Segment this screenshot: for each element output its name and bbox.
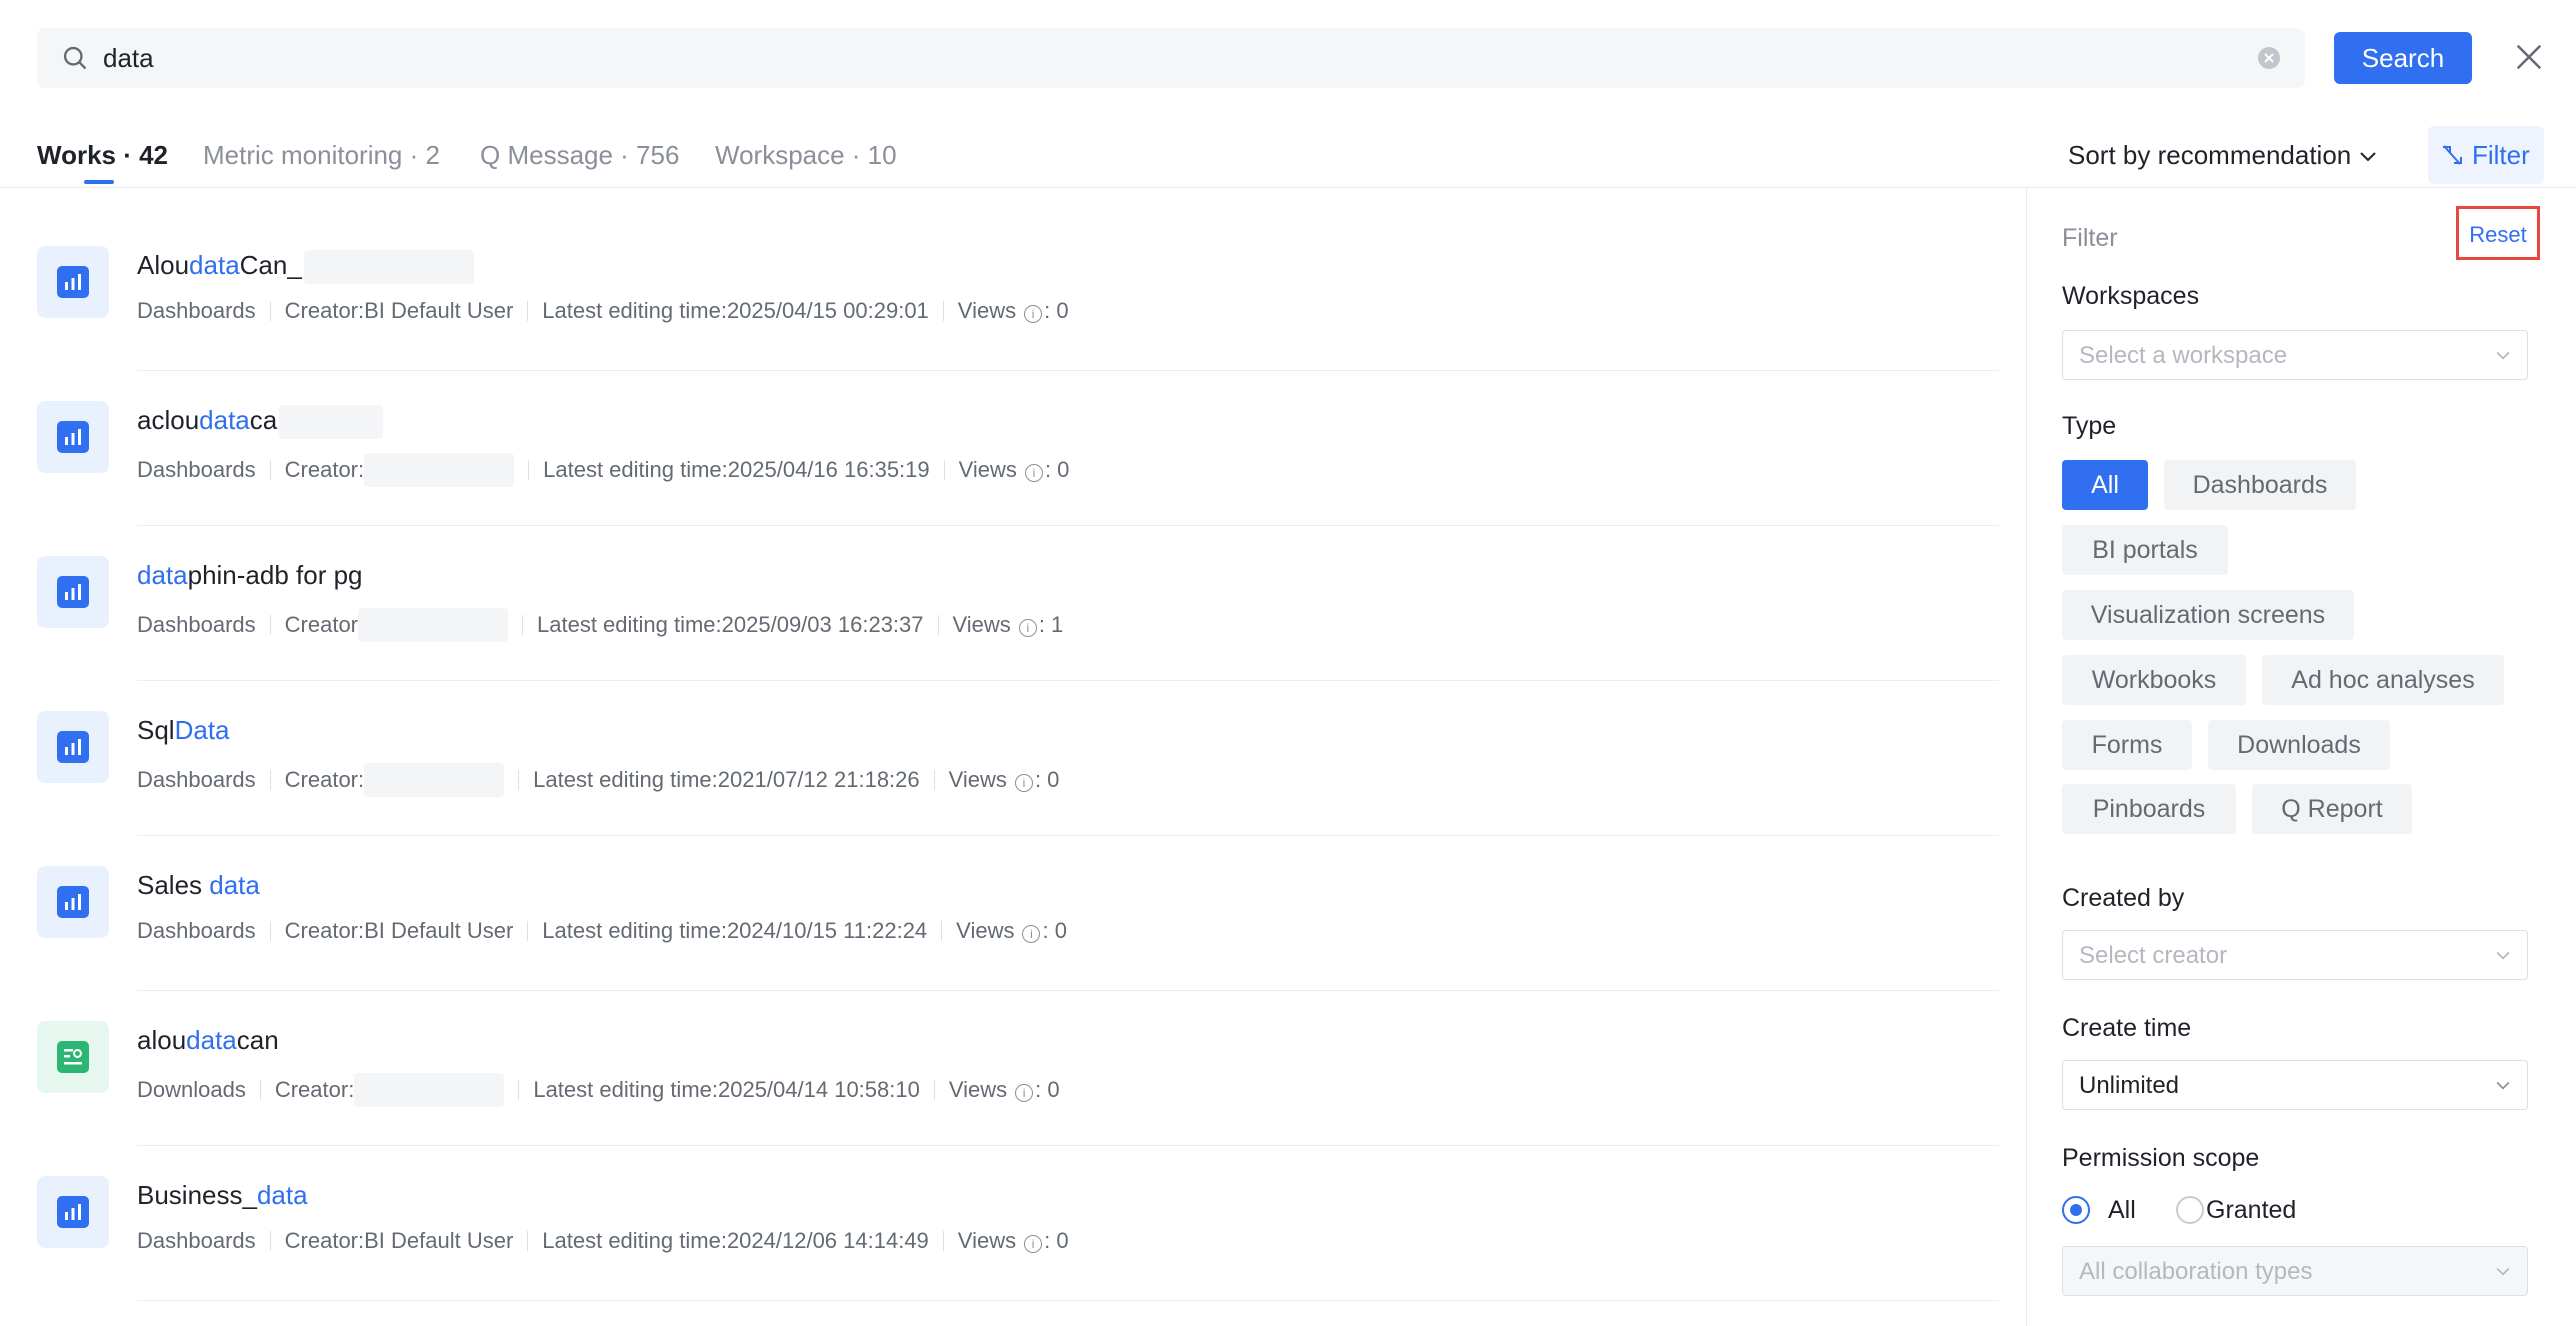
- sort-dropdown[interactable]: Sort by recommendation: [2068, 140, 2351, 171]
- download-icon: [37, 1021, 109, 1093]
- dashboard-icon: [37, 246, 109, 318]
- create-time-label: Create time: [2062, 1014, 2192, 1042]
- item-meta: Dashboards Creator:BI Default User Latest …: [137, 918, 1067, 943]
- chevron-down-icon[interactable]: [2356, 144, 2380, 168]
- workspace-placeholder: Select a workspace: [2079, 342, 2288, 369]
- item-meta: Dashboards Creator Latest editing time:202…: [137, 608, 1063, 642]
- dashboard-icon: [37, 556, 109, 628]
- search-input[interactable]: data: [103, 42, 154, 74]
- creator-placeholder: Select creator: [2079, 942, 2228, 969]
- permission-scope-label: Permission scope: [2062, 1144, 2260, 1172]
- reset-button[interactable]: Reset: [2459, 222, 2537, 248]
- item-meta: Dashboards Creator:BI Default User Latest …: [137, 298, 1069, 323]
- workspace-select[interactable]: Select a workspace: [2062, 330, 2528, 380]
- close-icon[interactable]: [2514, 42, 2544, 72]
- permission-radio-all[interactable]: [2062, 1196, 2090, 1224]
- dashboard-icon: [37, 866, 109, 938]
- list-item[interactable]: AloudataCan_ Dashboards Creator:BI Defaul…: [37, 188, 1999, 371]
- list-item[interactable]: Business_data Dashboards Creator:BI Defau…: [37, 1118, 1999, 1301]
- clear-icon[interactable]: [2257, 46, 2281, 70]
- item-title[interactable]: SqlData: [137, 715, 230, 746]
- dashboard-icon: [37, 711, 109, 783]
- permission-radio-granted[interactable]: [2176, 1196, 2204, 1224]
- info-icon: i: [1022, 925, 1041, 943]
- type-label: Type: [2062, 412, 2117, 440]
- filter-button[interactable]: Filter: [2428, 126, 2544, 184]
- item-title[interactable]: aloudatacan: [137, 1025, 279, 1056]
- list-item[interactable]: SqlData Dashboards Creator: Latest editing…: [37, 653, 1999, 836]
- info-icon: i: [1024, 1235, 1043, 1253]
- item-title[interactable]: AloudataCan_: [137, 250, 474, 284]
- item-meta: Dashboards Creator: Latest editing time:20…: [137, 453, 1069, 487]
- collaboration-type-select[interactable]: All collaboration types: [2062, 1246, 2528, 1296]
- panel-divider: [2026, 188, 2027, 1326]
- type-chip-ad-hoc-analyses[interactable]: Ad hoc analyses: [2262, 655, 2504, 705]
- create-time-value: Unlimited: [2079, 1072, 2180, 1099]
- permission-option-granted[interactable]: Granted: [2206, 1196, 2296, 1225]
- type-chip-workbooks[interactable]: Workbooks: [2062, 655, 2246, 705]
- collaboration-placeholder: All collaboration types: [2079, 1258, 2313, 1285]
- active-tab-indicator: [84, 180, 114, 184]
- tab-workspace[interactable]: Workspace · 10: [715, 140, 897, 171]
- type-chip-forms[interactable]: Forms: [2062, 720, 2192, 770]
- info-icon: i: [1024, 464, 1043, 482]
- filter-button-label: Filter: [2472, 140, 2530, 170]
- info-icon: i: [1024, 305, 1043, 323]
- created-by-label: Created by: [2062, 884, 2185, 912]
- create-time-select[interactable]: Unlimited: [2062, 1060, 2528, 1110]
- info-icon: i: [1014, 774, 1033, 792]
- search-icon: [63, 46, 87, 70]
- creator-select[interactable]: Select creator: [2062, 930, 2528, 980]
- info-icon: i: [1015, 1084, 1034, 1102]
- list-item[interactable]: acloudataca Dashboards Creator: Latest edi…: [37, 343, 1999, 526]
- tab-works[interactable]: Works · 42: [37, 140, 168, 171]
- filter-panel-title: Filter: [2062, 224, 2118, 252]
- list-item[interactable]: aloudatacan Downloads Creator: Latest edit…: [37, 963, 1999, 1146]
- dashboard-icon: [37, 1176, 109, 1248]
- tab-metric-monitoring[interactable]: Metric monitoring · 2: [203, 140, 440, 171]
- search-button[interactable]: Search: [2334, 32, 2472, 84]
- permission-option-all[interactable]: All: [2108, 1196, 2136, 1225]
- workspaces-label: Workspaces: [2062, 282, 2200, 310]
- chevron-down-icon: [2496, 951, 2510, 960]
- chevron-down-icon: [2496, 1267, 2510, 1276]
- item-title[interactable]: Sales data: [137, 870, 260, 901]
- dashboard-icon: [37, 401, 109, 473]
- type-chip-all[interactable]: All: [2062, 460, 2148, 510]
- type-chip-pinboards[interactable]: Pinboards: [2062, 784, 2236, 834]
- type-chip-downloads[interactable]: Downloads: [2208, 720, 2390, 770]
- row-divider: [137, 1300, 1999, 1301]
- item-title[interactable]: acloudataca: [137, 405, 384, 439]
- item-meta: Dashboards Creator:BI Default User Latest …: [137, 1228, 1069, 1253]
- filter-icon: [2443, 145, 2462, 165]
- type-chip-dashboards[interactable]: Dashboards: [2164, 460, 2356, 510]
- list-item[interactable]: dataphin-adb for pg Dashboards Creator Lat…: [37, 498, 1999, 681]
- info-icon: i: [1018, 619, 1037, 637]
- search-bar[interactable]: data: [37, 28, 2305, 88]
- item-title[interactable]: Business_data: [137, 1180, 308, 1211]
- chevron-down-icon: [2496, 351, 2510, 360]
- type-chip-bi-portals[interactable]: BI portals: [2062, 525, 2228, 575]
- chevron-down-icon: [2496, 1081, 2510, 1090]
- type-chip-visualization-screens[interactable]: Visualization screens: [2062, 590, 2354, 640]
- tab-q-message[interactable]: Q Message · 756: [480, 140, 679, 171]
- item-title[interactable]: dataphin-adb for pg: [137, 560, 363, 591]
- list-item[interactable]: Sales data Dashboards Creator:BI Default …: [37, 808, 1999, 991]
- item-meta: Downloads Creator: Latest editing time:202…: [137, 1073, 1060, 1107]
- reset-highlight: Reset: [2456, 206, 2540, 260]
- type-chip-q-report[interactable]: Q Report: [2252, 784, 2412, 834]
- item-meta: Dashboards Creator: Latest editing time:20…: [137, 763, 1059, 797]
